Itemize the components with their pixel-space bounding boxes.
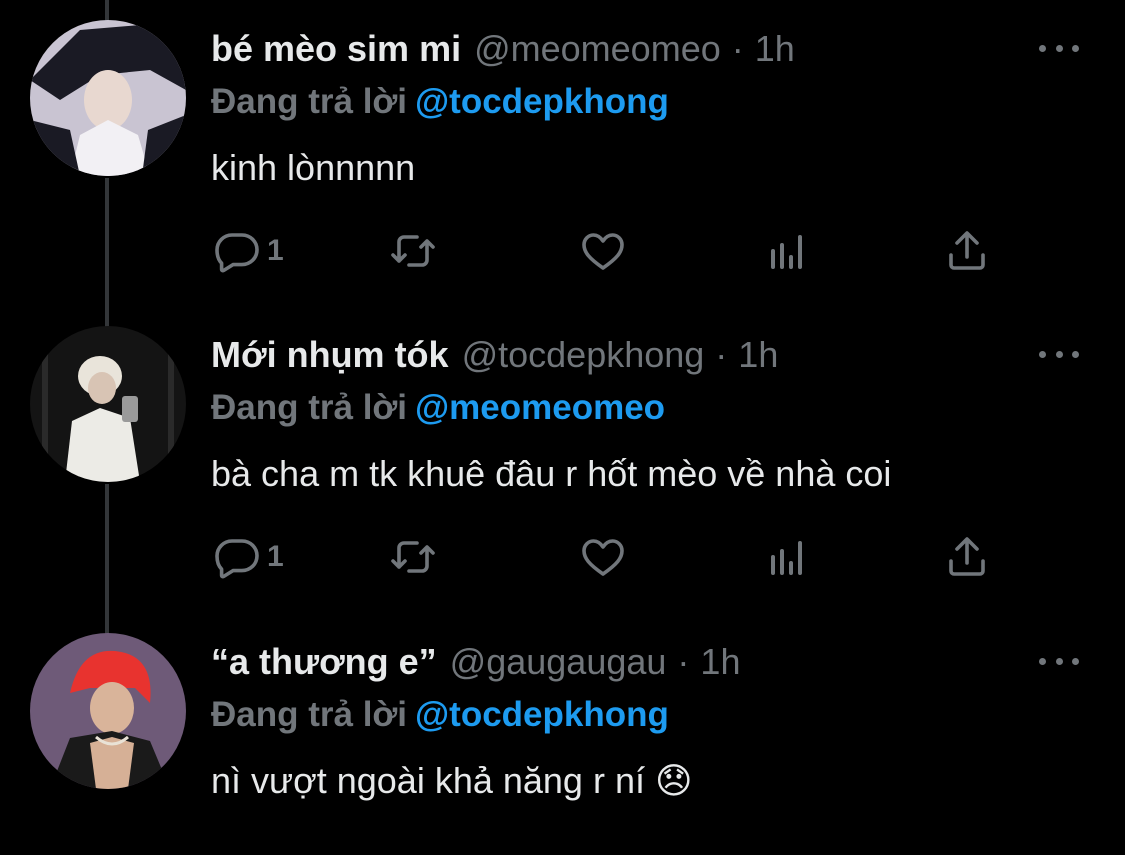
analytics-button[interactable] [763, 532, 811, 582]
more-icon[interactable] [1039, 348, 1079, 360]
separator-dot: · [677, 641, 690, 682]
display-name[interactable]: bé mèo sim mi [211, 28, 461, 70]
avatar[interactable] [30, 20, 186, 176]
tweet-header: Mới nhụm tók @tocdepkhong · 1h [211, 330, 1095, 380]
replying-to: Đang trả lời @meomeomeo [211, 384, 1095, 432]
replying-to-handle[interactable]: @tocdepkhong [415, 82, 669, 121]
tweet-text: nì vượt ngoài khả năng r ní 😞 [211, 760, 693, 801]
analytics-icon [771, 235, 802, 269]
like-icon [582, 539, 624, 576]
timestamp[interactable]: 1h [755, 28, 795, 70]
tweet-header: “a thương e” @gaugaugau · 1h [211, 637, 1095, 687]
share-icon [949, 231, 985, 270]
tweet[interactable]: bé mèo sim mi @meomeomeo · 1h Đang trả l… [0, 0, 1125, 306]
replying-to: Đang trả lời @tocdepkhong [211, 78, 1095, 126]
user-handle[interactable]: @meomeomeo [474, 28, 721, 70]
tweet-text: bà cha m tk khuê đâu r hốt mèo về nhà co… [211, 453, 892, 494]
tweet[interactable]: “a thương e” @gaugaugau · 1h Đang trả lờ… [0, 613, 1125, 855]
more-icon[interactable] [1039, 42, 1079, 54]
separator-dot: · [731, 28, 744, 69]
reply-count: 1 [267, 234, 284, 267]
user-handle[interactable]: @tocdepkhong [462, 334, 705, 376]
analytics-button[interactable] [763, 226, 811, 276]
replying-to-handle[interactable]: @tocdepkhong [415, 695, 669, 734]
tweet[interactable]: Mới nhụm tók @tocdepkhong · 1h Đang trả … [0, 306, 1125, 612]
tweet-actions: 1 [213, 226, 1013, 276]
retweet-button[interactable] [389, 532, 437, 582]
retweet-button[interactable] [389, 226, 437, 276]
share-icon [949, 537, 985, 576]
tweet-header: bé mèo sim mi @meomeomeo · 1h [211, 24, 1095, 74]
timestamp[interactable]: 1h [738, 334, 778, 376]
replying-to-handle[interactable]: @meomeomeo [415, 388, 665, 427]
reply-icon [215, 539, 259, 579]
reply-count: 1 [267, 540, 284, 573]
timestamp[interactable]: 1h [700, 641, 740, 683]
avatar[interactable] [30, 633, 186, 789]
retweet-icon [391, 541, 435, 573]
replying-to-label: Đang trả lời [211, 82, 408, 121]
tweet-actions: 1 [213, 532, 1013, 582]
user-handle[interactable]: @gaugaugau [450, 641, 667, 683]
avatar[interactable] [30, 326, 186, 482]
like-button[interactable] [579, 226, 627, 276]
analytics-icon [771, 541, 802, 575]
reply-button[interactable]: 1 [213, 226, 284, 276]
replying-to-label: Đang trả lời [211, 695, 408, 734]
like-icon [582, 233, 624, 270]
separator-dot: · [715, 334, 728, 375]
more-icon[interactable] [1039, 655, 1079, 667]
reply-icon [215, 233, 259, 273]
like-button[interactable] [579, 532, 627, 582]
replying-to: Đang trả lời @tocdepkhong [211, 691, 1095, 739]
share-button[interactable] [943, 226, 991, 276]
display-name[interactable]: Mới nhụm tók [211, 334, 449, 376]
replying-to-label: Đang trả lời [211, 388, 408, 427]
display-name[interactable]: “a thương e” [211, 641, 437, 683]
tweet-text: kinh lònnnnn [211, 147, 416, 188]
reply-button[interactable]: 1 [213, 532, 284, 582]
retweet-icon [391, 235, 435, 267]
share-button[interactable] [943, 532, 991, 582]
